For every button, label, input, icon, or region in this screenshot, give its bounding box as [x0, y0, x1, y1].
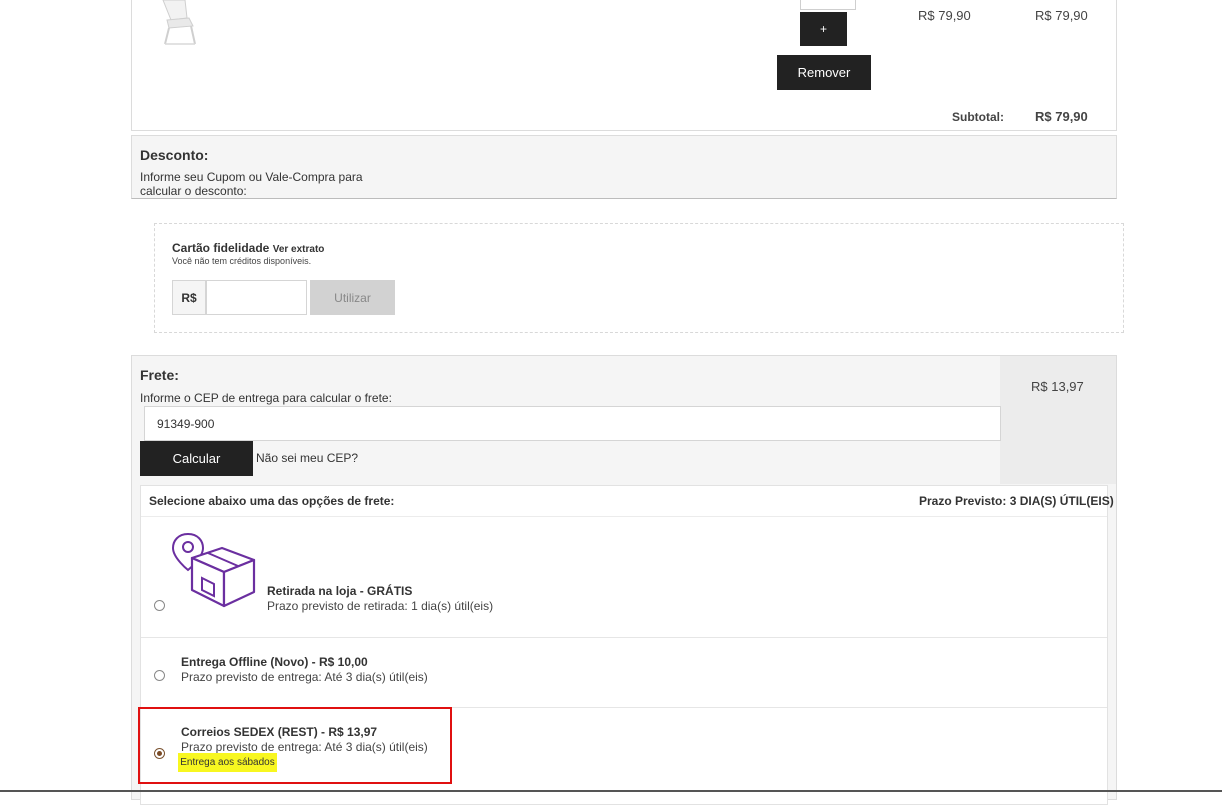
- loyalty-card-section: [154, 223, 1124, 333]
- subtotal-label: Subtotal:: [952, 110, 1004, 124]
- freight-amount-panel: [1000, 356, 1116, 484]
- discount-instructions-line1: Informe seu Cupom ou Vale-Compra para: [140, 170, 363, 184]
- loyalty-no-credits-text: Você não tem créditos disponíveis.: [172, 256, 312, 266]
- loyalty-header: Cartão fidelidade Ver extrato: [172, 241, 324, 255]
- freight-instructions: Informe o CEP de entrega para calcular o…: [140, 391, 392, 405]
- loyalty-currency-prefix: R$: [172, 280, 206, 315]
- freight-option-title: Retirada na loja - GRÁTIS: [267, 584, 413, 598]
- freight-option-store-pickup[interactable]: [141, 517, 1107, 637]
- freight-option-title: Correios SEDEX (REST) - R$ 13,97: [181, 725, 378, 739]
- unit-price: R$ 79,90: [918, 8, 971, 23]
- freight-title: Frete:: [140, 367, 179, 383]
- loyalty-amount-input[interactable]: [206, 280, 307, 315]
- freight-radio-sedex[interactable]: [154, 748, 165, 759]
- item-total-price: R$ 79,90: [1035, 8, 1088, 23]
- unknown-cep-link[interactable]: Não sei meu CEP?: [256, 451, 358, 465]
- store-pickup-box-icon: [170, 530, 258, 610]
- freight-amount: R$ 13,97: [1031, 379, 1084, 394]
- freight-option-subtitle: Prazo previsto de entrega: Até 3 dia(s) …: [181, 740, 428, 754]
- freight-radio-store-pickup[interactable]: [154, 600, 165, 611]
- freight-radio-offline[interactable]: [154, 670, 165, 681]
- estimated-delivery-label: Prazo Previsto: 3 DIA(S) ÚTIL(EIS): [919, 494, 1114, 508]
- discount-title: Desconto:: [140, 147, 209, 163]
- loyalty-title: Cartão fidelidade: [172, 241, 270, 255]
- product-chair-image: [162, 0, 196, 45]
- subtotal-value: R$ 79,90: [1035, 109, 1088, 124]
- cep-input[interactable]: 91349-900: [144, 406, 1001, 441]
- select-freight-label: Selecione abaixo uma das opções de frete…: [149, 494, 395, 508]
- remove-item-button[interactable]: Remover: [777, 55, 871, 90]
- quantity-increase-button[interactable]: +: [800, 12, 847, 46]
- view-statement-link[interactable]: Ver extrato: [273, 244, 325, 255]
- freight-option-subtitle: Prazo previsto de retirada: 1 dia(s) úti…: [267, 599, 494, 613]
- quantity-input[interactable]: [800, 0, 856, 10]
- saturday-delivery-badge: Entrega aos sábados: [178, 753, 277, 772]
- freight-option-title: Entrega Offline (Novo) - R$ 10,00: [181, 655, 368, 669]
- use-credits-button[interactable]: Utilizar: [310, 280, 395, 315]
- discount-section: [131, 135, 1117, 199]
- freight-option-subtitle: Prazo previsto de entrega: Até 3 dia(s) …: [181, 670, 428, 684]
- discount-instructions-line2: calcular o desconto:: [140, 184, 247, 198]
- calculate-freight-button[interactable]: Calcular: [140, 441, 253, 476]
